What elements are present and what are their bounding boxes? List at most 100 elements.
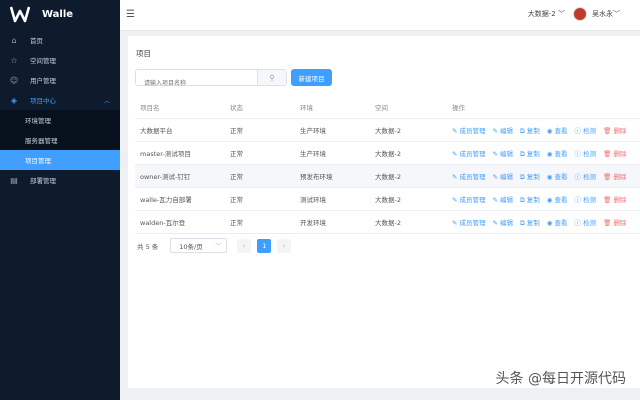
- copy-button[interactable]: ⧉ 复制: [520, 194, 540, 205]
- view-button[interactable]: ◉ 查看: [547, 171, 568, 182]
- copy-button[interactable]: ⧉ 复制: [520, 217, 540, 228]
- column-header: 操作: [452, 104, 465, 112]
- members-icon: ✎: [452, 172, 460, 181]
- members-icon: ✎: [452, 126, 460, 135]
- row-actions: ✎ 成员管理 ✎ 编辑 ⧉ 复制 ◉ 查看 ⓘ 检测 🗑 删除: [452, 148, 640, 159]
- edit-button[interactable]: ✎ 编辑: [493, 148, 514, 159]
- action-label: 查看: [554, 126, 568, 135]
- view-button[interactable]: ◉ 查看: [547, 125, 568, 136]
- delete-button[interactable]: 🗑 删除: [603, 194, 626, 205]
- column-header: 项目名: [140, 104, 160, 112]
- chevron-down-icon: ﹀: [613, 10, 620, 18]
- sidebar-subitem-servers[interactable]: 服务器管理: [0, 130, 120, 150]
- new-project-button[interactable]: 新建项目: [291, 69, 332, 86]
- prev-page-button[interactable]: ‹: [237, 238, 252, 253]
- members-button[interactable]: ✎ 成员管理: [452, 194, 486, 205]
- eye-icon: ◉: [546, 126, 555, 135]
- table-cell: 正常: [230, 127, 243, 135]
- main-panel: 项目 ⚲ 新建项目 项目名 状态 环境 空间 操作 大数据平台正常生产环境大数据…: [128, 36, 640, 388]
- action-label: 检测: [583, 218, 597, 227]
- action-label: 删除: [613, 126, 627, 135]
- edit-button[interactable]: ✎ 编辑: [493, 217, 514, 228]
- copy-button[interactable]: ⧉ 复制: [520, 125, 540, 136]
- table-header: 项目名 状态 环境 空间 操作: [135, 96, 640, 119]
- edit-button[interactable]: ✎ 编辑: [493, 194, 514, 205]
- members-button[interactable]: ✎ 成员管理: [452, 125, 486, 136]
- view-button[interactable]: ◉ 查看: [547, 217, 568, 228]
- eye-icon: ◉: [546, 172, 555, 181]
- logo[interactable]: Walle: [0, 0, 120, 28]
- table-cell: 大数据-2: [375, 219, 401, 227]
- delete-button[interactable]: 🗑 删除: [603, 171, 626, 182]
- page-size-value: 10条/页: [179, 242, 203, 251]
- avatar: [573, 7, 587, 21]
- top-bar: ☰ 大数据-2 ﹀ 吴水永 ﹀: [120, 0, 640, 31]
- check-button[interactable]: ⓘ 检测: [575, 125, 597, 136]
- pagination: 共 5 条 10条/页 ﹀ ‹ 1 ›: [137, 238, 292, 253]
- check-button[interactable]: ⓘ 检测: [575, 171, 597, 182]
- copy-icon: ⧉: [520, 126, 527, 135]
- table-row: master-测试项目 正常 生产环境 大数据-2 ✎ 成员管理 ✎ 编辑 ⧉ 复制 ◉ 查看…: [135, 142, 640, 165]
- star-icon: ☆: [10, 55, 18, 65]
- menu-fold-icon[interactable]: ☰: [126, 9, 135, 20]
- document-icon: ▤: [10, 175, 18, 185]
- view-button[interactable]: ◉ 查看: [547, 148, 568, 159]
- edit-icon: ✎: [492, 195, 501, 204]
- members-button[interactable]: ✎ 成员管理: [452, 148, 486, 159]
- members-icon: ✎: [452, 149, 460, 158]
- check-button[interactable]: ⓘ 检测: [575, 217, 597, 228]
- sidebar-item-users[interactable]: ☺ 用户管理: [0, 70, 120, 90]
- search-button[interactable]: ⚲: [257, 70, 286, 85]
- page-number[interactable]: 1: [257, 238, 272, 253]
- sidebar-item-space[interactable]: ☆ 空间管理: [0, 50, 120, 70]
- sidebar-subitem-projects[interactable]: 项目管理: [0, 150, 120, 170]
- sidebar-item-home[interactable]: ⌂ 首页: [0, 30, 120, 50]
- sidebar-subitem-env[interactable]: 环境管理: [0, 110, 120, 130]
- table-cell: 大数据-2: [375, 196, 401, 204]
- edit-button[interactable]: ✎ 编辑: [493, 125, 514, 136]
- view-button[interactable]: ◉ 查看: [547, 194, 568, 205]
- eye-icon: ◉: [546, 218, 555, 227]
- search-box: ⚲: [135, 69, 287, 90]
- table-cell: master-测试项目: [140, 150, 191, 158]
- action-label: 查看: [554, 195, 568, 204]
- action-label: 复制: [526, 126, 540, 135]
- check-button[interactable]: ⓘ 检测: [575, 148, 597, 159]
- edit-button[interactable]: ✎ 编辑: [493, 171, 514, 182]
- members-button[interactable]: ✎ 成员管理: [452, 171, 486, 182]
- page-title: 项目: [136, 49, 151, 58]
- chevron-up-icon: ︿: [103, 97, 110, 105]
- action-label: 成员管理: [459, 195, 486, 204]
- search-input[interactable]: [136, 77, 262, 90]
- check-button[interactable]: ⓘ 检测: [575, 194, 597, 205]
- copy-button[interactable]: ⧉ 复制: [520, 148, 540, 159]
- delete-button[interactable]: 🗑 删除: [603, 148, 626, 159]
- trash-icon: 🗑: [603, 172, 614, 181]
- sidebar-subitem-label: 环境管理: [25, 117, 51, 125]
- home-icon: ⌂: [11, 35, 17, 45]
- info-icon: ⓘ: [574, 218, 584, 227]
- table-row: owner-测试-钉钉 正常 预发布环境 大数据-2 ✎ 成员管理 ✎ 编辑 ⧉ 复制 ◉ 查…: [135, 165, 640, 188]
- table-row: 大数据平台 正常 生产环境 大数据-2 ✎ 成员管理 ✎ 编辑 ⧉ 复制 ◉ 查看 ⓘ 检测 🗑 …: [135, 119, 640, 142]
- trash-icon: 🗑: [603, 218, 614, 227]
- sidebar-item-label: 部署管理: [30, 177, 56, 185]
- info-icon: ⓘ: [574, 126, 584, 135]
- sidebar-item-label: 首页: [30, 37, 43, 45]
- column-header: 空间: [375, 104, 388, 112]
- user-menu[interactable]: 吴水永 ﹀: [573, 7, 620, 21]
- edit-icon: ✎: [492, 149, 501, 158]
- sidebar-item-deploy[interactable]: ▤ 部署管理: [0, 170, 120, 190]
- space-switcher[interactable]: 大数据-2 ﹀: [528, 9, 565, 19]
- sidebar-item-project-center[interactable]: ◈ 项目中心 ︿: [0, 90, 120, 110]
- action-label: 编辑: [500, 149, 514, 158]
- copy-icon: ⧉: [520, 195, 527, 204]
- action-label: 编辑: [500, 218, 514, 227]
- space-name: 大数据-2: [527, 10, 556, 18]
- copy-icon: ⧉: [520, 149, 527, 158]
- next-page-button[interactable]: ›: [277, 238, 292, 253]
- members-button[interactable]: ✎ 成员管理: [452, 217, 486, 228]
- page-size-select[interactable]: 10条/页 ﹀: [170, 238, 228, 253]
- copy-button[interactable]: ⧉ 复制: [520, 171, 540, 182]
- delete-button[interactable]: 🗑 删除: [603, 217, 626, 228]
- delete-button[interactable]: 🗑 删除: [603, 125, 626, 136]
